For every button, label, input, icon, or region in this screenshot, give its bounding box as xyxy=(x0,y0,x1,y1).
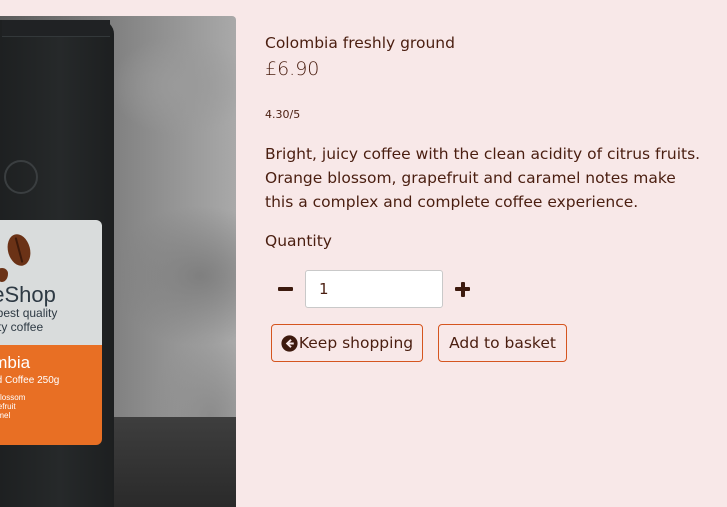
product-name: Colombia freshly ground xyxy=(265,34,455,52)
add-to-basket-button[interactable]: Add to basket xyxy=(438,324,567,362)
product-price: £6.90 xyxy=(265,58,320,80)
product-rating: 4.30/5 xyxy=(265,108,301,121)
coffee-bag: eeShop he best quality cialty coffee lom… xyxy=(0,20,114,507)
bag-note: Caramel xyxy=(0,411,11,420)
bag-tagline-line2: cialty coffee xyxy=(0,320,44,334)
keep-shopping-button[interactable]: Keep shopping xyxy=(271,324,423,362)
bag-note: nge blossom xyxy=(0,393,26,402)
bag-origin-text: lombia xyxy=(0,353,31,372)
circle-arrow-left-icon xyxy=(281,334,298,352)
keep-shopping-label: Keep shopping xyxy=(298,334,414,352)
bag-valve xyxy=(4,160,38,194)
quantity-label: Quantity xyxy=(265,232,332,250)
quantity-input[interactable] xyxy=(305,270,443,308)
bag-tagline-line1: he best quality xyxy=(0,306,58,320)
increment-quantity-button[interactable] xyxy=(443,270,481,308)
bag-seal xyxy=(2,20,110,37)
bag-brand-text: eeShop xyxy=(0,282,56,307)
bag-note: Grapefruit xyxy=(0,402,16,411)
product-description: Bright, juicy coffee with the clean acid… xyxy=(265,145,701,211)
product-image: eeShop he best quality cialty coffee lom… xyxy=(0,16,236,507)
bag-size-text: ound Coffee 250g xyxy=(0,375,60,386)
add-to-basket-label: Add to basket xyxy=(449,334,556,352)
decrement-quantity-button[interactable] xyxy=(267,270,305,308)
